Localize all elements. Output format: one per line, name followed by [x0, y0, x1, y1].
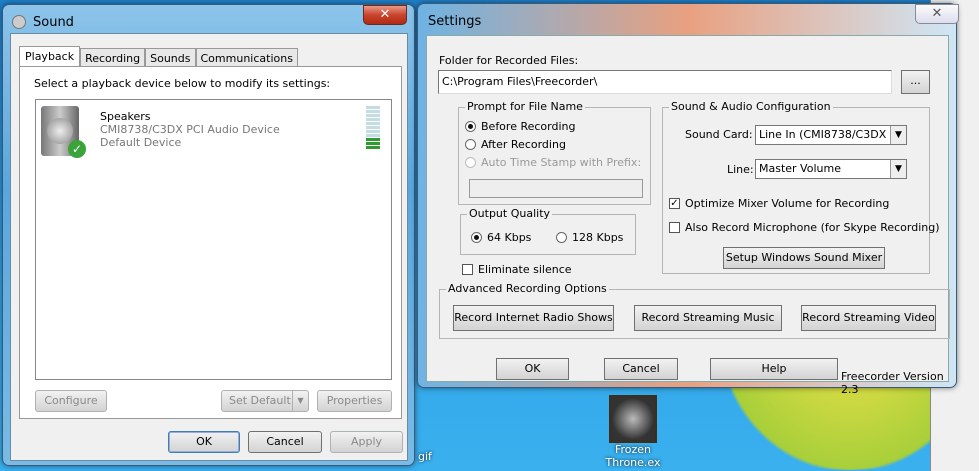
before-recording-radio[interactable]: Before Recording — [465, 120, 575, 133]
device-list[interactable]: ✓ Speakers CMI8738/C3DX PCI Audio Device… — [35, 99, 392, 380]
desktop-partial-label: gif — [418, 450, 432, 463]
device-description: CMI8738/C3DX PCI Audio Device — [100, 123, 280, 136]
optimize-mixer-checkbox[interactable]: ✓ Optimize Mixer Volume for Recording — [669, 197, 889, 210]
prefix-input[interactable] — [469, 179, 643, 198]
settings-body: Folder for Recorded Files: C:\Program Fi… — [426, 35, 950, 396]
sound-card-label: Sound Card: — [685, 128, 753, 141]
level-meter-segment — [366, 146, 380, 149]
quality-128-radio[interactable]: 128 Kbps — [556, 231, 623, 244]
ok-button[interactable]: OK — [168, 431, 240, 453]
browse-button[interactable]: ... — [901, 70, 930, 94]
frozen-throne-icon — [609, 395, 657, 443]
level-meter-segment — [366, 142, 380, 145]
folder-input[interactable]: C:\Program Files\Freecorder\ — [438, 70, 892, 94]
instruction-text: Select a playback device below to modify… — [34, 77, 331, 90]
settings-window: Settings ✕ Folder for Recorded Files: C:… — [417, 3, 959, 396]
auto-timestamp-radio[interactable]: Auto Time Stamp with Prefix: — [465, 156, 641, 169]
close-button[interactable]: ✕ — [363, 5, 407, 25]
set-default-button[interactable]: Set Default ▼ — [221, 390, 309, 412]
tab-content: Select a playback device below to modify… — [19, 66, 402, 419]
record-radio-shows-button[interactable]: Record Internet Radio Shows — [453, 305, 614, 331]
ok-button[interactable]: OK — [496, 358, 569, 380]
device-name: Speakers — [100, 110, 151, 123]
output-quality-group: Output Quality 64 Kbps 128 Kbps — [460, 207, 636, 255]
quality-64-radio[interactable]: 64 Kbps — [471, 231, 531, 244]
level-meter-segment — [366, 122, 380, 125]
folder-label: Folder for Recorded Files: — [439, 54, 579, 67]
setup-sound-mixer-button[interactable]: Setup Windows Sound Mixer — [723, 247, 885, 269]
level-meter-segment — [366, 110, 380, 113]
level-meter-segment — [366, 114, 380, 117]
configure-button[interactable]: Configure — [35, 390, 107, 412]
after-recording-radio[interactable]: After Recording — [465, 138, 566, 151]
line-label: Line: — [727, 163, 754, 176]
line-select[interactable]: Master Volume ▼ — [755, 159, 907, 179]
window-title: Settings — [428, 14, 482, 29]
chevron-down-icon: ▼ — [890, 160, 906, 178]
sound-window: Sound ✕ Playback Recording Sounds Commun… — [2, 4, 415, 466]
chevron-down-icon: ▼ — [890, 126, 906, 144]
level-meter-segment — [366, 138, 380, 141]
close-button[interactable]: ✕ — [915, 4, 959, 24]
record-microphone-checkbox[interactable]: Also Record Microphone (for Skype Record… — [669, 221, 940, 234]
advanced-options-group: Advanced Recording Options Record Intern… — [439, 282, 950, 339]
device-status: Default Device — [100, 136, 182, 149]
eliminate-silence-checkbox[interactable]: Eliminate silence — [462, 263, 572, 276]
prompt-group: Prompt for File Name Before Recording Af… — [458, 100, 651, 205]
sound-audio-group: Sound & Audio Configuration Sound Card: … — [662, 100, 940, 274]
record-streaming-music-button[interactable]: Record Streaming Music — [634, 305, 782, 331]
sound-body: Playback Recording Sounds Communications… — [10, 33, 408, 461]
tab-playback[interactable]: Playback — [19, 46, 81, 67]
device-item-speakers[interactable]: ✓ Speakers CMI8738/C3DX PCI Audio Device… — [38, 102, 389, 162]
record-streaming-video-button[interactable]: Record Streaming Video — [801, 305, 936, 331]
desktop-icon-frozen-throne[interactable]: Frozen Throne.ex — [598, 395, 668, 469]
tab-recording[interactable]: Recording — [80, 48, 146, 67]
level-meter-segment — [366, 118, 380, 121]
help-button[interactable]: Help — [710, 358, 838, 380]
cancel-button[interactable]: Cancel — [248, 431, 322, 453]
level-meter-segment — [366, 130, 380, 133]
apply-button[interactable]: Apply — [330, 431, 403, 453]
version-text: Freecorder Version 2.3 — [841, 370, 944, 396]
tab-communications[interactable]: Communications — [195, 48, 298, 67]
sound-card-select[interactable]: Line In (CMI8738/C3DX PC ▼ — [755, 125, 907, 145]
tab-sounds[interactable]: Sounds — [145, 48, 196, 67]
window-title: Sound — [33, 15, 74, 30]
level-meter-segment — [366, 126, 380, 129]
properties-button[interactable]: Properties — [317, 390, 392, 412]
tab-strip: Playback Recording Sounds Communications — [19, 46, 298, 67]
level-meter-segment — [366, 134, 380, 137]
level-meter-segment — [366, 106, 380, 109]
level-meter — [366, 106, 380, 150]
chevron-down-icon[interactable]: ▼ — [292, 391, 308, 411]
cancel-button[interactable]: Cancel — [604, 358, 678, 380]
speaker-icon — [12, 15, 26, 29]
default-check-icon: ✓ — [68, 140, 86, 158]
